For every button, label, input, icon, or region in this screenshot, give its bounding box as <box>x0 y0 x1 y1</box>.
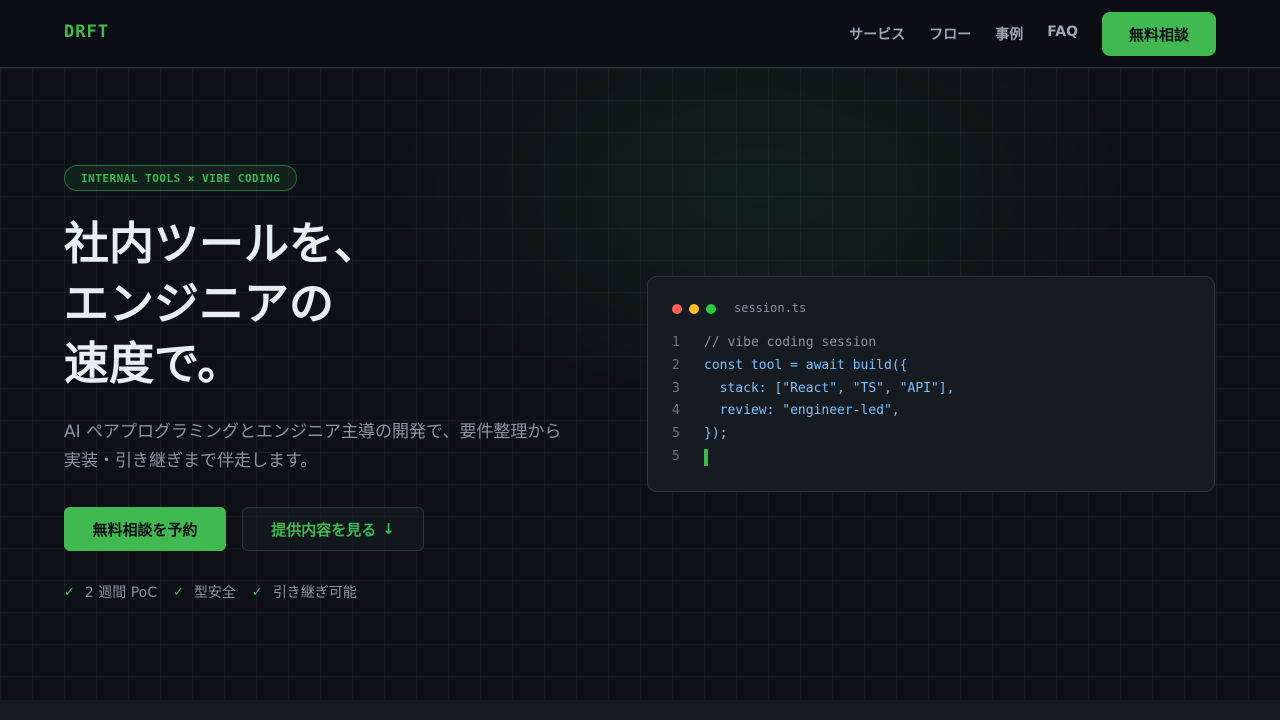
headline-line: 社内ツールを、 <box>64 217 380 270</box>
code-filename: session.ts <box>734 301 807 315</box>
maximize-dot-icon <box>706 304 716 314</box>
code-line: 3 stack: ["React", "TS", "API"], <box>672 378 954 401</box>
line-number: 3 <box>672 380 680 396</box>
next-section-edge <box>0 700 1280 720</box>
description-line: 実装・引き継ぎまで伴走します。 <box>64 451 318 471</box>
arrow-down-icon: ↓ <box>382 520 395 538</box>
code-line: 4 review: "engineer-led", <box>672 400 954 423</box>
site-header: DRFT サービス フロー 事例 FAQ 無料相談 <box>0 0 1280 68</box>
code-editor-window: session.ts 1 // vibe coding session 2 const… <box>647 276 1215 492</box>
main-nav: サービス フロー 事例 FAQ <box>849 24 1078 44</box>
line-number: 1 <box>672 335 680 350</box>
line-number: 5 <box>672 426 680 442</box>
line-number: 2 <box>672 357 680 373</box>
code-text: // vibe coding session <box>704 335 877 350</box>
page: DRFT サービス フロー 事例 FAQ 無料相談 INTERNAL TOOLS… <box>0 0 1280 720</box>
hero-description: AI ペアプログラミングとエンジニア主導の開発で、要件整理から 実装・引き継ぎま… <box>64 418 624 476</box>
code-body: 1 // vibe coding session 2 const tool = awa… <box>672 332 954 469</box>
view-services-button[interactable]: 提供内容を見る ↓ <box>242 507 424 551</box>
headline-line: エンジニアの <box>64 277 335 330</box>
code-line: 1 // vibe coding session <box>672 332 954 355</box>
nav-link-faq[interactable]: FAQ <box>1047 24 1078 44</box>
nav-link-services[interactable]: サービス <box>849 24 905 44</box>
feature-checklist: ✓ 2 週間 PoC ✓ 型安全 ✓ 引き継ぎ可能 <box>64 582 357 602</box>
nav-link-cases[interactable]: 事例 <box>995 24 1023 44</box>
check-item: ✓ 引き継ぎ可能 <box>252 582 357 602</box>
check-label: 2 週間 PoC <box>84 585 157 601</box>
code-text: stack: ["React", "TS", "API"], <box>704 380 955 396</box>
hero-headline: 社内ツールを、 エンジニアの 速度で。 <box>64 214 379 394</box>
check-item: ✓ 型安全 <box>173 582 236 602</box>
check-label: 型安全 <box>193 585 236 601</box>
close-dot-icon <box>672 304 682 314</box>
check-label: 引き継ぎ可能 <box>272 585 357 601</box>
code-line: 2 const tool = await build({ <box>672 355 954 378</box>
logo[interactable]: DRFT <box>64 22 109 42</box>
check-icon: ✓ <box>173 584 184 600</box>
minimize-dot-icon <box>689 304 699 314</box>
code-line: 5}); <box>672 423 954 446</box>
code-text: review: "engineer-led", <box>704 403 900 419</box>
view-services-label: 提供内容を見る <box>271 520 377 539</box>
book-consultation-button[interactable]: 無料相談を予約 <box>64 507 226 551</box>
line-number: 4 <box>672 403 680 419</box>
code-text: const tool = await build({ <box>704 357 908 373</box>
check-icon: ✓ <box>251 584 263 600</box>
headline-line: 速度で。 <box>64 337 243 390</box>
description-line: AI ペアプログラミングとエンジニア主導の開発で、要件整理から <box>64 422 562 442</box>
line-number: 5 <box>672 448 680 464</box>
text-cursor <box>704 448 708 466</box>
code-text: }); <box>704 426 728 442</box>
nav-link-flow[interactable]: フロー <box>929 24 971 44</box>
check-item: ✓ 2 週間 PoC <box>64 582 157 602</box>
header-consult-button[interactable]: 無料相談 <box>1102 12 1216 56</box>
code-line: 5 <box>672 446 954 469</box>
hero-badge: INTERNAL TOOLS × VIBE CODING <box>64 165 298 191</box>
window-controls <box>672 304 716 314</box>
check-icon: ✓ <box>64 584 75 600</box>
